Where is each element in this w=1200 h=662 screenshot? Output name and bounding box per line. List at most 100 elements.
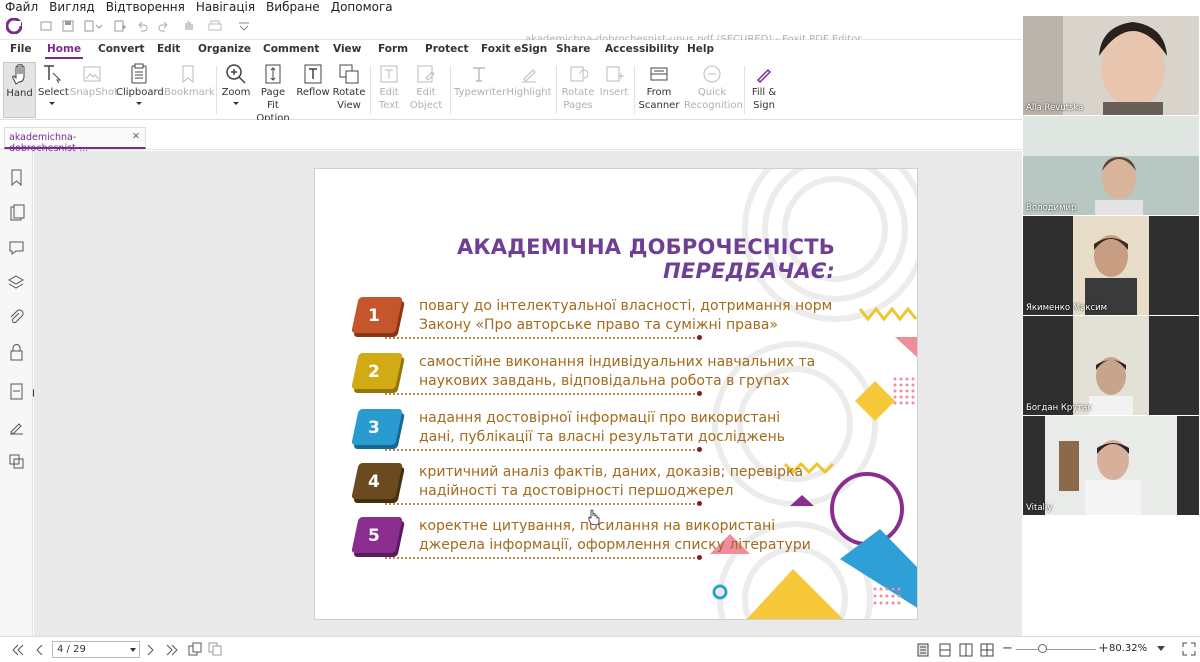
continuous-facing-icon[interactable] (980, 643, 994, 657)
bookmark-button[interactable]: Bookmark (164, 62, 215, 118)
participant-tile[interactable]: Якименко Максим (1023, 216, 1199, 315)
tab-organize[interactable]: Organize (198, 43, 251, 55)
continuous-page-icon[interactable] (938, 643, 952, 657)
tab-file[interactable]: File (10, 43, 32, 55)
page-number-input[interactable]: 4 / 29 (52, 641, 140, 658)
undo-icon[interactable] (136, 20, 148, 32)
tab-accessibility[interactable]: Accessibility (605, 43, 679, 55)
layers-icon[interactable] (8, 274, 25, 291)
from-scanner-button[interactable]: From Scanner (638, 62, 680, 118)
fill-sign-button[interactable]: Fill & Sign (748, 62, 780, 118)
participant-name: Володимир (1026, 203, 1077, 213)
pages-icon[interactable] (8, 204, 25, 221)
redo-icon[interactable] (158, 20, 170, 32)
edit-object-button[interactable]: Edit Object (406, 62, 446, 118)
tab-home[interactable]: Home (44, 43, 84, 59)
document-tab-bar: akademichna-dobrochesnist-... ✕ (0, 120, 1022, 154)
select-button[interactable]: Select (38, 62, 69, 118)
rotate-view-button[interactable]: Rotate View (332, 62, 366, 118)
participant-tile[interactable]: Vitaliy (1023, 416, 1199, 515)
zoom-slider-handle[interactable] (1038, 644, 1047, 653)
last-page-icon[interactable] (166, 644, 178, 656)
tab-foxit-esign[interactable]: Foxit eSign (481, 43, 547, 55)
page-fit-option-button[interactable]: Page Fit Option (254, 62, 292, 124)
participant-tile[interactable]: Богдан Крутас (1023, 316, 1199, 415)
page-fit-icon (265, 64, 281, 84)
slide-title-part-1: АКАДЕМІЧНА ДОБРОЧЕСНІСТЬ (456, 235, 835, 259)
tab-view[interactable]: View (333, 43, 361, 55)
insert-button[interactable]: Insert (598, 62, 630, 118)
signatures-icon[interactable] (8, 418, 25, 435)
zoom-out-icon[interactable]: − (1002, 641, 1013, 656)
item-text-line-2: надійності та достовірності першоджерел (419, 483, 734, 499)
close-tab-icon[interactable]: ✕ (132, 131, 140, 142)
menu-favorites[interactable]: Вибране (266, 0, 320, 14)
fullscreen-icon[interactable] (1182, 642, 1196, 656)
participant-tile[interactable]: Alla Revutska (1023, 16, 1199, 115)
chevron-down-icon[interactable] (1157, 646, 1165, 652)
rotate-pages-label-1: Rotate (561, 87, 595, 98)
from-scanner-label-1: From (646, 87, 672, 98)
tab-convert[interactable]: Convert (98, 43, 145, 55)
new-icon[interactable] (114, 20, 126, 32)
clipboard-button[interactable]: Clipboard (116, 62, 164, 118)
zoom-button[interactable]: Zoom (220, 62, 252, 118)
menu-navigation[interactable]: Навігація (196, 0, 255, 14)
participant-tile[interactable]: Володимир (1023, 116, 1199, 215)
participant-name: Богдан Крутас (1026, 403, 1093, 413)
bookmarks-icon[interactable] (8, 169, 25, 186)
zoom-level[interactable]: 80.32% (1109, 643, 1147, 654)
hand-button[interactable]: Hand (3, 62, 36, 118)
article-thread-icon[interactable] (8, 453, 25, 470)
highlight-button[interactable]: Highlight (506, 62, 552, 118)
number-badge: 4 (351, 463, 403, 501)
next-page-icon[interactable] (146, 644, 156, 656)
open-icon[interactable] (40, 20, 52, 32)
tab-share[interactable]: Share (556, 43, 590, 55)
participant-video (1023, 216, 1199, 315)
menu-file[interactable]: Файл (5, 0, 38, 14)
tab-help[interactable]: Help (687, 43, 714, 55)
dotted-divider (385, 391, 702, 396)
attachments-icon[interactable] (8, 309, 25, 326)
zoom-slider[interactable] (1016, 649, 1096, 650)
typewriter-button[interactable]: Typewriter (454, 62, 506, 118)
tab-edit[interactable]: Edit (157, 43, 180, 55)
form-fields-icon[interactable] (8, 383, 25, 400)
menu-view[interactable]: Вигляд (49, 0, 95, 14)
item-text-line-1: критичний аналіз фактів, даних, доказів;… (419, 464, 804, 480)
select-label: Select (38, 87, 69, 98)
hand-tool-icon[interactable] (182, 18, 202, 32)
menu-playback[interactable]: Відтворення (106, 0, 185, 14)
comments-icon[interactable] (8, 239, 25, 256)
previous-page-icon[interactable] (35, 644, 45, 656)
document-tab[interactable]: akademichna-dobrochesnist-... ✕ (4, 127, 146, 154)
rotate-view-label-1: Rotate (332, 87, 366, 98)
create-pdf-icon[interactable] (84, 20, 102, 32)
security-icon[interactable] (8, 344, 25, 361)
previous-view-icon[interactable] (188, 642, 202, 656)
hand-cursor-icon (588, 509, 600, 525)
print-icon[interactable] (208, 20, 222, 32)
menu-help[interactable]: Допомога (331, 0, 393, 14)
save-icon[interactable] (62, 20, 74, 32)
tab-comment[interactable]: Comment (263, 43, 319, 55)
single-page-icon[interactable] (916, 643, 930, 657)
quick-recognition-button[interactable]: Quick Recognition (684, 62, 743, 118)
zoom-in-icon[interactable]: + (1098, 641, 1109, 656)
from-scanner-label-2: Scanner (638, 100, 680, 111)
snapshot-button[interactable]: SnapShot (70, 62, 118, 118)
chevron-down-icon (136, 102, 142, 105)
tab-form[interactable]: Form (378, 43, 408, 55)
dotted-divider (385, 447, 702, 452)
next-view-icon[interactable] (208, 642, 222, 656)
status-bar: 4 / 29 − + 80.32% (0, 636, 1200, 662)
tab-protect[interactable]: Protect (425, 43, 468, 55)
first-page-icon[interactable] (12, 644, 24, 656)
customize-chevron-icon[interactable] (238, 21, 250, 31)
edit-text-button[interactable]: Edit Text (374, 62, 404, 118)
insert-label: Insert (599, 87, 629, 98)
facing-pages-icon[interactable] (959, 643, 973, 657)
reflow-button[interactable]: Reflow (296, 62, 330, 118)
rotate-pages-button[interactable]: Rotate Pages (560, 62, 596, 118)
